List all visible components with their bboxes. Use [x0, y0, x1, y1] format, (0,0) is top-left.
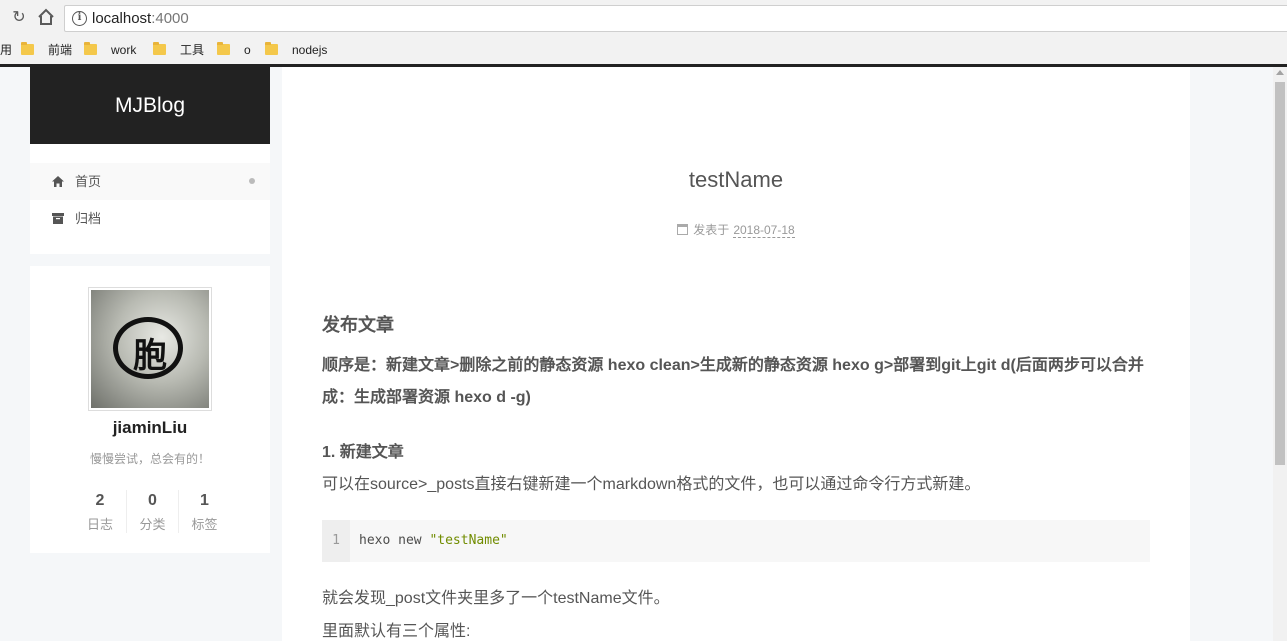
calendar-icon	[677, 224, 689, 235]
attributes-paragraph: 里面默认有三个属性:	[322, 623, 471, 640]
bookmark-frontend[interactable]: 前端	[21, 42, 72, 58]
code-line-number: 1	[322, 520, 350, 562]
menu-item-label: 首页	[75, 174, 102, 189]
stat-label: 标签	[191, 517, 218, 532]
bookmark-tools[interactable]: 工具	[153, 42, 204, 58]
stat-label: 分类	[139, 517, 166, 532]
site-stats: 2 日志 0 分类 1 标签	[74, 490, 230, 536]
lead-paragraph: 顺序是：新建文章>删除之前的静态资源 hexo clean>生成新的静态资源 h…	[322, 357, 1144, 406]
folder-icon	[84, 42, 97, 55]
avatar-glyph: 胞	[133, 336, 167, 376]
stat-categories[interactable]: 0 分类	[126, 490, 178, 533]
folder-icon	[217, 42, 230, 55]
stat-tags[interactable]: 1 标签	[178, 490, 230, 533]
bookmark-o[interactable]: o	[217, 42, 251, 58]
stat-label: 日志	[86, 517, 113, 532]
folder-icon	[265, 42, 278, 55]
stat-posts[interactable]: 2 日志	[74, 490, 126, 533]
post-content: testName 发表于 2018-07-18 发布文章 顺序是：新建文章>删除之…	[282, 67, 1190, 641]
scroll-up-icon[interactable]	[1276, 70, 1284, 75]
folder-icon	[21, 42, 34, 55]
author-name: jiaminLiu	[112, 418, 188, 437]
stat-count: 2	[95, 492, 105, 509]
url-text[interactable]: localhost:4000	[92, 10, 189, 27]
site-menu: 首页 归档	[30, 144, 270, 254]
bookmark-apps[interactable]: 用	[0, 42, 12, 58]
folder-icon	[153, 42, 166, 55]
avatar: 胞	[88, 287, 212, 411]
result-paragraph: 就会发现_post文件夹里多了一个testName文件。	[322, 590, 670, 607]
step-paragraph: 可以在source>_posts直接右键新建一个markdown格式的文件，也可…	[322, 476, 981, 493]
stat-count: 1	[200, 492, 209, 509]
author-description: 慢慢尝试，总会有的！	[89, 452, 210, 466]
browser-chrome: ↻ i localhost:4000 用 前端 work 工具 o nodejs	[0, 0, 1287, 67]
bookmarks-bar: 用 前端 work 工具 o nodejs	[0, 38, 1287, 62]
info-icon[interactable]: i	[72, 11, 87, 26]
meta-prefix: 发表于	[693, 223, 730, 237]
scrollbar-thumb[interactable]	[1275, 82, 1285, 465]
post-body: 发布文章 顺序是：新建文章>删除之前的静态资源 hexo clean>生成新的静…	[322, 311, 1150, 640]
step-heading: 1. 新建文章	[322, 444, 404, 461]
home-icon	[52, 176, 64, 187]
author-profile: 胞 jiaminLiu 慢慢尝试，总会有的！ 2 日志 0 分类 1 标签	[30, 266, 270, 553]
bookmark-work[interactable]: work	[84, 42, 136, 58]
code-line: hexo new "testName"	[359, 533, 508, 548]
stat-count: 0	[148, 492, 157, 509]
site-brand[interactable]: MJBlog	[30, 67, 270, 144]
menu-item-label: 归档	[75, 211, 102, 226]
reload-icon[interactable]: ↻	[9, 8, 29, 28]
post-meta: 发表于 2018-07-18	[282, 221, 1190, 238]
active-indicator	[249, 178, 255, 184]
post-title[interactable]: testName	[282, 167, 1190, 193]
archive-icon	[52, 213, 64, 224]
address-bar[interactable]: i localhost:4000	[64, 5, 1287, 32]
code-block: 1 hexo new "testName"	[322, 520, 1150, 562]
home-button-icon[interactable]	[36, 8, 56, 28]
section-heading: 发布文章	[322, 315, 394, 335]
post-date: 2018-07-18	[733, 223, 795, 238]
menu-item-home[interactable]: 首页	[30, 163, 270, 200]
menu-item-archive[interactable]: 归档	[30, 200, 270, 237]
page-scrollbar[interactable]	[1273, 67, 1287, 641]
bookmark-nodejs[interactable]: nodejs	[265, 42, 327, 58]
